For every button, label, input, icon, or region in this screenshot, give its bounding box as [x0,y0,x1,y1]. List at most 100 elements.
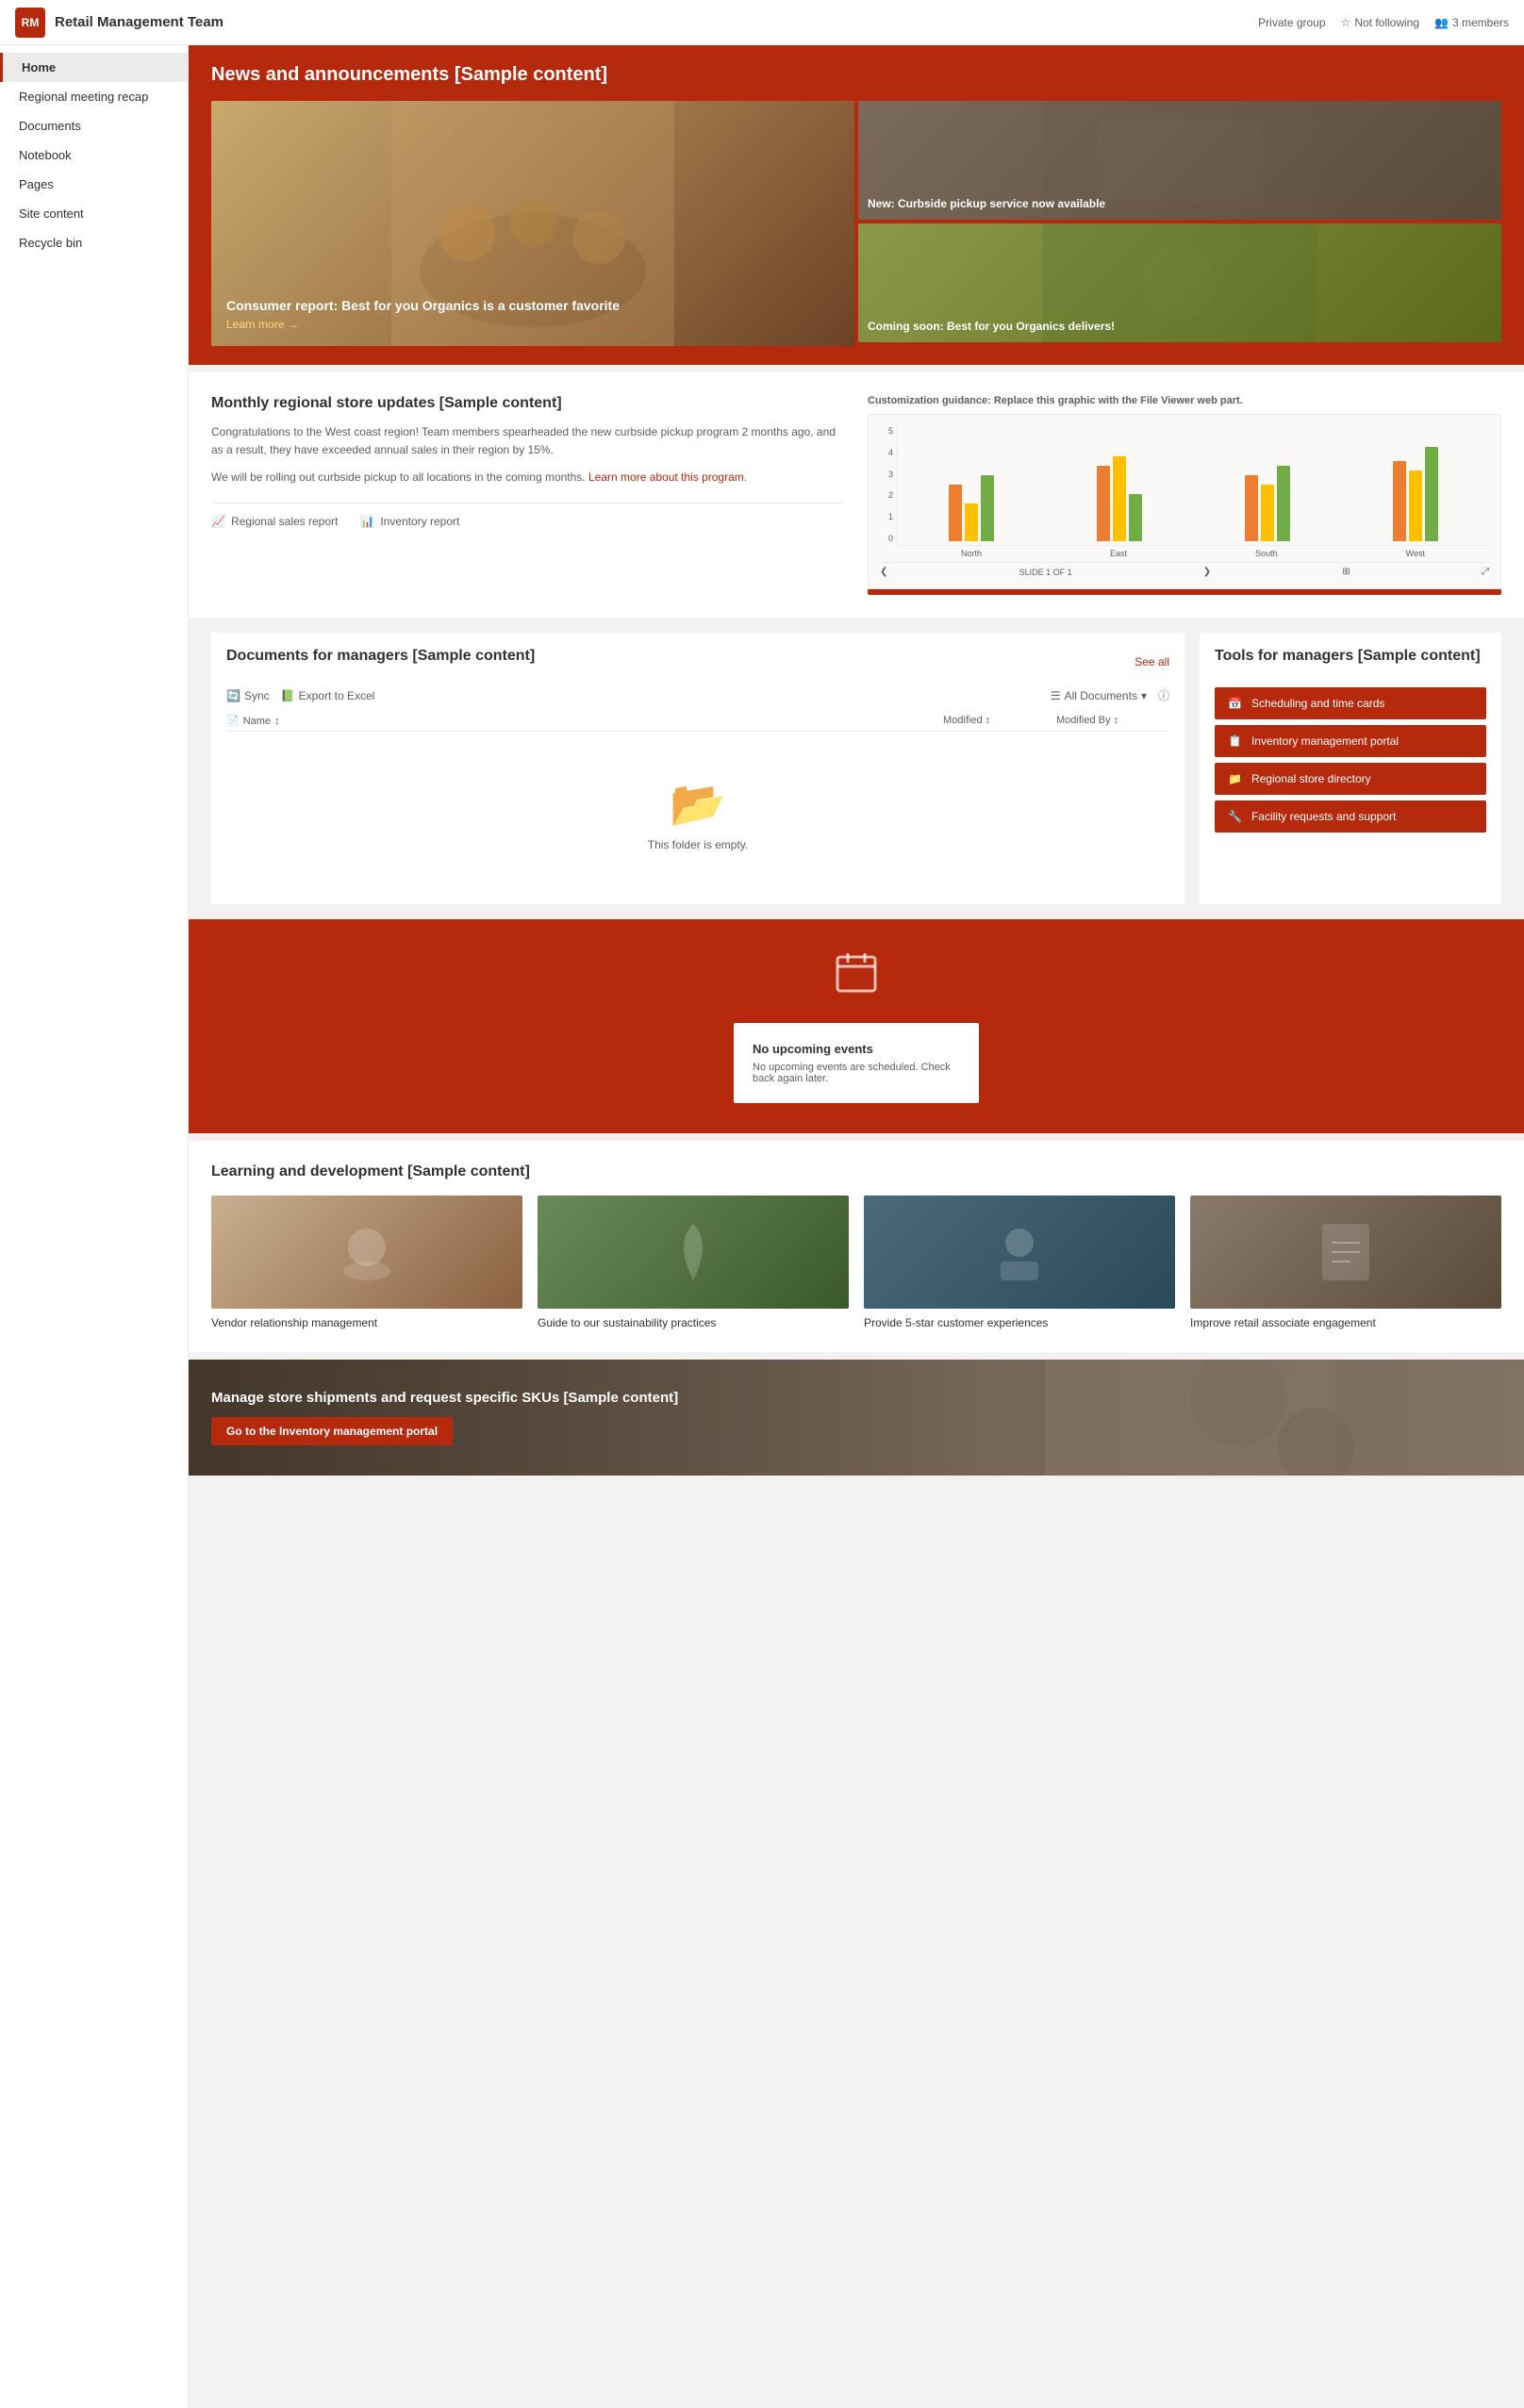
vendor-illustration [329,1214,405,1290]
chart-controls: ❮ SLIDE 1 OF 1 ❯ ⊞ ⤢ [880,562,1489,577]
top-bar-left: RM Retail Management Team [15,8,224,38]
tools-panel: Tools for managers [Sample content] 📅 Sc… [1200,633,1501,904]
cta-button[interactable]: Go to the Inventory management portal [211,1417,453,1445]
learning-img-engagement [1190,1196,1501,1309]
export-icon: 📗 [281,689,295,702]
chart-brand-bar [868,589,1501,595]
all-docs-button[interactable]: ☰ All Documents ▾ [1051,689,1147,702]
chart-label-north: North [961,549,982,558]
see-all-link[interactable]: See all [1135,655,1169,668]
chart-group-west [1393,447,1438,541]
chart-group-north [949,475,994,541]
sidebar-item-documents[interactable]: Documents [0,111,188,140]
docs-header: Documents for managers [Sample content] … [226,648,1169,676]
site-icon: RM [15,8,45,38]
sidebar-item-regional-meeting-recap[interactable]: Regional meeting recap [0,82,188,111]
sidebar-item-notebook[interactable]: Notebook [0,140,188,170]
learning-card-sustainability[interactable]: Guide to our sustainability practices [538,1196,849,1329]
chart-prev-btn[interactable]: ❮ [880,567,887,577]
chart-label-east: East [1110,549,1127,558]
no-events-text: No upcoming events are scheduled. Check … [753,1062,960,1084]
monthly-text: Monthly regional store updates [Sample c… [211,395,845,595]
tools-title: Tools for managers [Sample content] [1215,648,1486,665]
bar-east-3 [1129,494,1142,541]
chevron-down-icon: ▾ [1141,689,1147,702]
engagement-card-title: Improve retail associate engagement [1190,1316,1501,1329]
export-button[interactable]: 📗 Export to Excel [281,689,375,702]
chart-x-labels: North East South West [897,546,1489,558]
sync-icon: 🔄 [226,689,240,702]
chart-y-axis: 543210 [880,426,893,558]
hero-bottom-right[interactable]: Coming soon: Best for you Organics deliv… [858,223,1501,342]
tool-regional-store[interactable]: 📁 Regional store directory [1215,763,1486,795]
page-layout: Home Regional meeting recap Documents No… [0,45,1524,2408]
bar-south-2 [1261,485,1274,541]
inventory-report-link[interactable]: 📊 Inventory report [360,515,459,528]
sidebar-item-recycle-bin[interactable]: Recycle bin [0,228,188,257]
monthly-learn-more-link[interactable]: Learn more about this program. [588,470,747,484]
table-icon: 📊 [360,515,374,528]
chart-grid-btn[interactable]: ⊞ [1342,567,1350,577]
monthly-updates-section: Monthly regional store updates [Sample c… [189,372,1524,618]
tool-scheduling[interactable]: 📅 Scheduling and time cards [1215,687,1486,719]
chart-bars-area: North East South West [897,426,1489,558]
footer-cta-title: Manage store shipments and request speci… [211,1390,678,1406]
hero-section: News and announcements [Sample content] … [189,45,1524,365]
chart-area: 543210 [880,426,1489,558]
learning-card-customer[interactable]: Provide 5-star customer experiences [864,1196,1175,1329]
learning-card-engagement[interactable]: Improve retail associate engagement [1190,1196,1501,1329]
chart-label-west: West [1406,549,1425,558]
bar-south-1 [1245,475,1258,541]
hero-main-image[interactable]: Consumer report: Best for you Organics i… [211,101,854,346]
sort-icon-3[interactable]: ↕ [1114,715,1119,726]
bar-south-3 [1277,466,1290,541]
sidebar-item-site-content[interactable]: Site content [0,199,188,228]
chart-expand-btn[interactable]: ⤢ [1482,567,1489,577]
chart-next-btn[interactable]: ❯ [1203,567,1211,577]
sort-icon[interactable]: ↕ [274,716,280,727]
learning-section: Learning and development [Sample content… [189,1141,1524,1352]
hero-learn-more-link[interactable]: Learn more → [226,318,299,331]
inventory-icon: 📋 [1228,734,1242,748]
top-bar: RM Retail Management Team Private group … [0,0,1524,45]
tool-inventory[interactable]: 📋 Inventory management portal [1215,725,1486,757]
docs-title: Documents for managers [Sample content] [226,648,535,665]
sustainability-illustration [655,1214,731,1290]
bar-west-2 [1409,470,1422,541]
docs-empty: 📂 This folder is empty. [226,739,1169,889]
learning-grid: Vendor relationship management Guide to … [211,1196,1501,1329]
chart-panel: Customization guidance: Replace this gra… [868,395,1501,595]
col-name: 📄 Name ↕ [226,715,943,727]
tool-facility[interactable]: 🔧 Facility requests and support [1215,800,1486,833]
sidebar-item-home[interactable]: Home [0,53,188,82]
footer-cta: Manage store shipments and request speci… [189,1360,1524,1476]
site-title: Retail Management Team [55,14,224,30]
directory-icon: 📁 [1228,772,1242,785]
regional-sales-report-link[interactable]: 📈 Regional sales report [211,515,338,528]
info-icon: ⓘ [1158,687,1169,703]
hero-top-right[interactable]: New: Curbside pickup service now availab… [858,101,1501,220]
bar-west-1 [1393,461,1406,541]
people-icon: 👥 [1434,16,1449,29]
sidebar-item-pages[interactable]: Pages [0,170,188,199]
docs-info-button[interactable]: ⓘ [1158,687,1169,703]
chart-group-south [1245,466,1290,541]
report-links: 📈 Regional sales report 📊 Inventory repo… [211,503,845,528]
scheduling-icon: 📅 [1228,697,1242,710]
vendor-card-title: Vendor relationship management [211,1316,522,1329]
bar-north-3 [981,475,994,541]
bar-north-2 [965,503,978,541]
star-icon: ☆ [1341,16,1351,29]
follow-button[interactable]: ☆ Not following [1341,16,1419,29]
col-modified-by: Modified By ↕ [1056,715,1169,727]
sort-icon-2[interactable]: ↕ [986,715,991,726]
filter-icon: ☰ [1051,689,1061,702]
events-card: No upcoming events No upcoming events ar… [734,1023,979,1103]
learning-card-vendor[interactable]: Vendor relationship management [211,1196,522,1329]
chart-label-south: South [1255,549,1278,558]
learning-img-sustainability [538,1196,849,1309]
members-button[interactable]: 👥 3 members [1434,16,1509,29]
sync-button[interactable]: 🔄 Sync [226,689,270,702]
bar-west-3 [1425,447,1438,541]
learning-img-vendor [211,1196,522,1309]
